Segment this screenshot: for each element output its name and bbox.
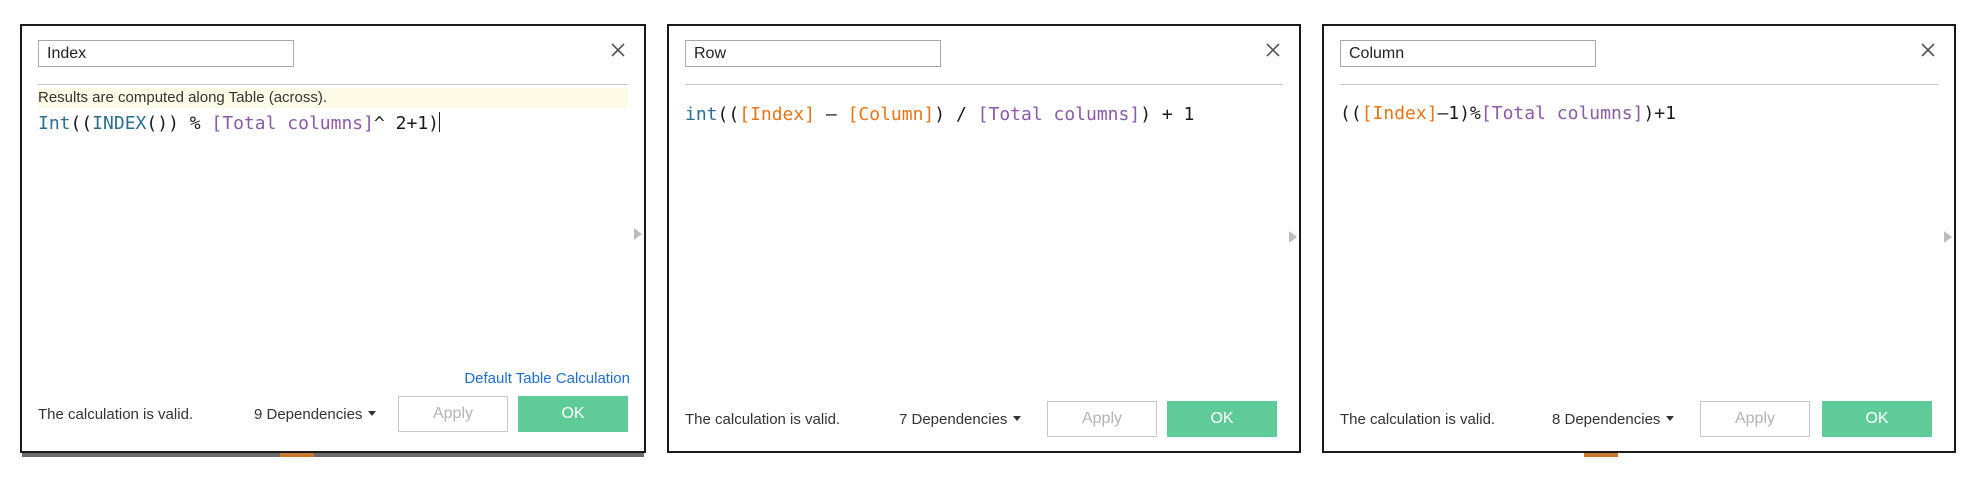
divider bbox=[38, 84, 628, 85]
formula-token: ()) % bbox=[146, 113, 212, 134]
formula-token: INDEX bbox=[92, 113, 147, 134]
formula-editor[interactable]: int(([Index] – [Column]) / [Total column… bbox=[685, 104, 1283, 125]
chevron-down-icon bbox=[368, 411, 377, 416]
formula-token: – bbox=[815, 104, 848, 125]
calc-name-field[interactable] bbox=[685, 40, 941, 67]
close-icon[interactable] bbox=[1263, 40, 1283, 60]
calc-name-field[interactable] bbox=[1340, 40, 1596, 67]
status-text: The calculation is valid. bbox=[685, 411, 841, 428]
formula-token: ) + 1 bbox=[1140, 104, 1195, 125]
ok-button[interactable]: OK bbox=[518, 396, 628, 432]
dependencies-label: 9 Dependencies bbox=[254, 406, 363, 423]
status-text: The calculation is valid. bbox=[1340, 411, 1496, 428]
calc-dialog-column: (([Index]–1)%[Total columns])+1 The calc… bbox=[1322, 24, 1956, 457]
calc-dialog-row: int(([Index] – [Column]) / [Total column… bbox=[667, 24, 1301, 453]
apply-button[interactable]: Apply bbox=[1700, 401, 1810, 437]
close-icon[interactable] bbox=[1918, 40, 1938, 60]
right-arrow-icon[interactable] bbox=[634, 228, 642, 240]
dependencies-label: 7 Dependencies bbox=[899, 411, 1008, 428]
bottom-strip bbox=[22, 453, 644, 457]
info-bar: Results are computed along Table (across… bbox=[38, 88, 628, 108]
chevron-down-icon bbox=[1013, 416, 1022, 421]
formula-token: [Total columns] bbox=[211, 113, 374, 134]
formula-token: [Index] bbox=[1361, 103, 1438, 124]
divider bbox=[1340, 84, 1938, 85]
formula-token: int bbox=[685, 104, 718, 125]
formula-token: ^ 2+1) bbox=[373, 113, 440, 134]
formula-editor[interactable]: Int((INDEX()) % [Total columns]^ 2+1) bbox=[38, 112, 628, 134]
formula-token: Int bbox=[38, 113, 71, 134]
info-text: Results are computed along Table (across… bbox=[38, 89, 328, 106]
formula-token: ) / bbox=[934, 104, 978, 125]
calc-dialog-index: Results are computed along Table (across… bbox=[20, 24, 646, 457]
dialog-footer: The calculation is valid. 7 Dependencies… bbox=[669, 401, 1299, 437]
apply-button[interactable]: Apply bbox=[1047, 401, 1157, 437]
chevron-down-icon bbox=[1666, 416, 1675, 421]
formula-token: (( bbox=[70, 113, 93, 134]
ok-button[interactable]: OK bbox=[1167, 401, 1277, 437]
dependencies-dropdown[interactable]: 7 Dependencies bbox=[899, 411, 1022, 428]
apply-button[interactable]: Apply bbox=[398, 396, 508, 432]
divider bbox=[685, 84, 1283, 85]
calc-name-field[interactable] bbox=[38, 40, 294, 67]
dependencies-dropdown[interactable]: 9 Dependencies bbox=[254, 406, 377, 423]
formula-token: [Index] bbox=[739, 104, 816, 125]
formula-token: [Total columns] bbox=[977, 104, 1141, 125]
right-arrow-icon[interactable] bbox=[1944, 231, 1952, 243]
dependencies-dropdown[interactable]: 8 Dependencies bbox=[1552, 411, 1675, 428]
formula-token: –1)% bbox=[1437, 103, 1481, 124]
close-icon[interactable] bbox=[608, 40, 628, 60]
text-caret bbox=[439, 112, 441, 132]
formula-editor[interactable]: (([Index]–1)%[Total columns])+1 bbox=[1340, 103, 1938, 124]
bottom-accent bbox=[1584, 453, 1618, 457]
right-arrow-icon[interactable] bbox=[1289, 231, 1297, 243]
dialog-footer: The calculation is valid. 8 Dependencies… bbox=[1324, 401, 1954, 437]
bottom-accent bbox=[280, 453, 314, 457]
default-table-calculation-link[interactable]: Default Table Calculation bbox=[464, 370, 630, 387]
dependencies-label: 8 Dependencies bbox=[1552, 411, 1661, 428]
dialog-footer: The calculation is valid. 9 Dependencies… bbox=[22, 396, 644, 432]
ok-button[interactable]: OK bbox=[1822, 401, 1932, 437]
formula-token: (( bbox=[1340, 103, 1362, 124]
formula-token: [Total columns] bbox=[1480, 103, 1644, 124]
formula-token: )+1 bbox=[1643, 103, 1676, 124]
status-text: The calculation is valid. bbox=[38, 406, 194, 423]
formula-token: (( bbox=[717, 104, 740, 125]
formula-token: [Column] bbox=[847, 104, 935, 125]
